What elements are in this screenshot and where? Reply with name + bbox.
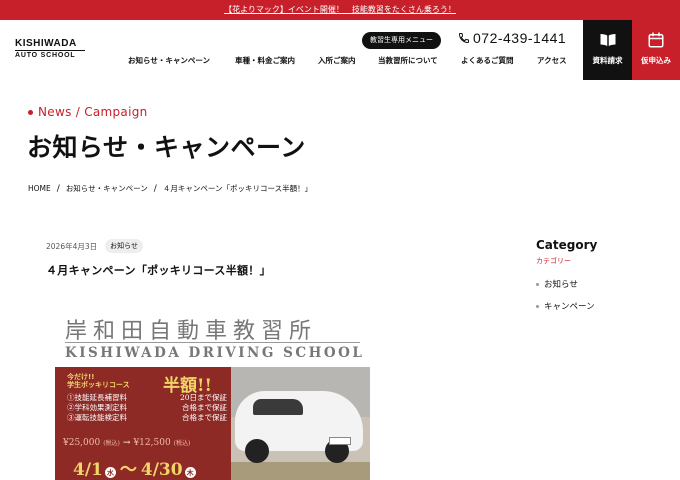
flyer-item-guarantee: 合格まで保証 <box>182 403 227 412</box>
flyer-items: ①技能延長補習料 20日まで保証 ②学科効果測定料 合格まで保証 ③運転技能検定… <box>67 393 227 423</box>
flyer-price-arrow: → <box>122 438 131 448</box>
campaign-flyer-image: 岸和田自動車教習所 KISHIWADA DRIVING SCHOOL 今だけ!!… <box>55 307 370 480</box>
flyer-price-before: ¥25,000 <box>63 438 101 448</box>
title-dot-icon <box>28 109 33 115</box>
flyer-title-en: KISHIWADA DRIVING SCHOOL <box>65 345 365 361</box>
flyer-item-name: ②学科効果測定料 <box>67 403 127 412</box>
flyer-price-after: ¥12,500 <box>133 438 171 448</box>
flyer-period: 4/1 水 〜 4/30 木 <box>73 455 196 480</box>
flyer-item: ①技能延長補習料 20日まで保証 <box>67 393 227 403</box>
flyer-end-weekday: 木 <box>184 467 196 478</box>
flyer-today-line2: 学生ポッキリコース <box>67 381 130 389</box>
book-icon <box>600 34 615 46</box>
nav-item-vehicle-fees[interactable]: 車種・料金ご案内 <box>235 55 295 66</box>
category-label: キャンペーン <box>544 302 595 312</box>
breadcrumb-separator: / <box>56 183 60 194</box>
phone-icon <box>458 33 469 44</box>
post-meta: 2026年4月3日 お知らせ <box>46 239 144 253</box>
car-license-plate <box>329 437 351 445</box>
flyer-item: ③運転技能検定料 合格まで保証 <box>67 413 227 423</box>
flyer-offer-panel: 今だけ!! 学生ポッキリコース 半額!! ①技能延長補習料 20日まで保証 ②学… <box>55 367 231 480</box>
request-docs-button[interactable]: 資料請求 <box>583 20 632 80</box>
breadcrumb-separator: / <box>153 183 157 194</box>
flyer-today-line1: 今だけ!! <box>67 373 95 381</box>
flyer-item-guarantee: 合格まで保証 <box>182 413 227 422</box>
flyer-price: ¥25,000 (税込) → ¥12,500 (税込) <box>63 438 190 448</box>
page-subtitle-text: News / Campaign <box>38 105 148 119</box>
flyer-item-name: ①技能延長補習料 <box>67 393 127 402</box>
breadcrumb-home[interactable]: HOME <box>28 184 51 193</box>
flyer-item-name: ③運転技能検定料 <box>67 413 127 422</box>
flyer-item-guarantee: 20日まで保証 <box>179 393 227 402</box>
category-item-campaign[interactable]: キャンペーン <box>536 300 597 312</box>
flyer-car-photo <box>231 367 370 480</box>
post-title: ４月キャンペーン「ポッキリコース半額！」 <box>46 264 271 277</box>
announcement-link[interactable]: 【花よりマック】イベント開催！ 技能教習をたくさん乗ろう！ <box>224 5 456 14</box>
post-category-tag[interactable]: お知らせ <box>105 239 144 253</box>
flyer-end-date: 4/30 <box>140 460 183 480</box>
main-nav: お知らせ・キャンペーン 車種・料金ご案内 入所ご案内 当教習所について よくある… <box>0 55 580 69</box>
calendar-icon <box>648 32 664 48</box>
bullet-icon <box>536 282 539 286</box>
category-sidebar: Category カテゴリー お知らせ キャンペーン <box>536 238 597 322</box>
flyer-divider <box>65 342 360 343</box>
breadcrumb-current: ４月キャンペーン「ポッキリコース半額！」 <box>162 184 313 193</box>
sidebar-heading: Category <box>536 238 598 252</box>
flyer-item: ②学科効果測定料 合格まで保証 <box>67 403 227 413</box>
category-list: お知らせ キャンペーン <box>536 278 597 312</box>
phone-link[interactable]: 072-439-1441 <box>458 30 566 46</box>
flyer-start-date: 4/1 <box>73 460 103 480</box>
breadcrumb: HOME / お知らせ・キャンペーン / ４月キャンペーン「ポッキリコース半額！… <box>28 183 312 194</box>
page-subtitle: News / Campaign <box>28 105 148 119</box>
flyer-date-tilde: 〜 <box>119 460 137 480</box>
nav-item-access[interactable]: アクセス <box>537 55 567 66</box>
student-menu-button[interactable]: 教習生専用メニュー <box>362 32 441 49</box>
post-date: 2026年4月3日 <box>46 241 98 251</box>
photo-ground <box>231 462 370 480</box>
category-item-news[interactable]: お知らせ <box>536 278 597 290</box>
car-window <box>253 399 303 415</box>
bullet-icon <box>536 304 539 308</box>
category-label: お知らせ <box>544 280 578 290</box>
page-title: お知らせ・キャンペーン <box>27 133 306 162</box>
flyer-title-jp: 岸和田自動車教習所 <box>65 319 318 344</box>
flyer-price-after-tax: (税込) <box>173 440 191 447</box>
nav-item-admission[interactable]: 入所ご案内 <box>318 55 356 66</box>
apply-label: 仮申込み <box>641 56 671 65</box>
flyer-start-weekday: 水 <box>104 467 116 478</box>
car-wheel <box>245 439 269 463</box>
logo-line-1: KISHIWADA <box>15 38 77 49</box>
nav-item-news[interactable]: お知らせ・キャンペーン <box>128 55 210 66</box>
announcement-bar: 【花よりマック】イベント開催！ 技能教習をたくさん乗ろう！ <box>0 0 680 20</box>
nav-item-faq[interactable]: よくあるご質問 <box>461 55 514 66</box>
nav-item-about[interactable]: 当教習所について <box>378 55 438 66</box>
flyer-today: 今だけ!! 学生ポッキリコース <box>67 373 130 389</box>
flyer-price-before-tax: (税込) <box>103 440 120 447</box>
request-docs-label: 資料請求 <box>592 56 623 65</box>
apply-button[interactable]: 仮申込み <box>632 20 680 80</box>
breadcrumb-section[interactable]: お知らせ・キャンペーン <box>66 183 148 194</box>
sidebar-subheading: カテゴリー <box>536 257 571 265</box>
phone-number: 072-439-1441 <box>473 30 567 46</box>
